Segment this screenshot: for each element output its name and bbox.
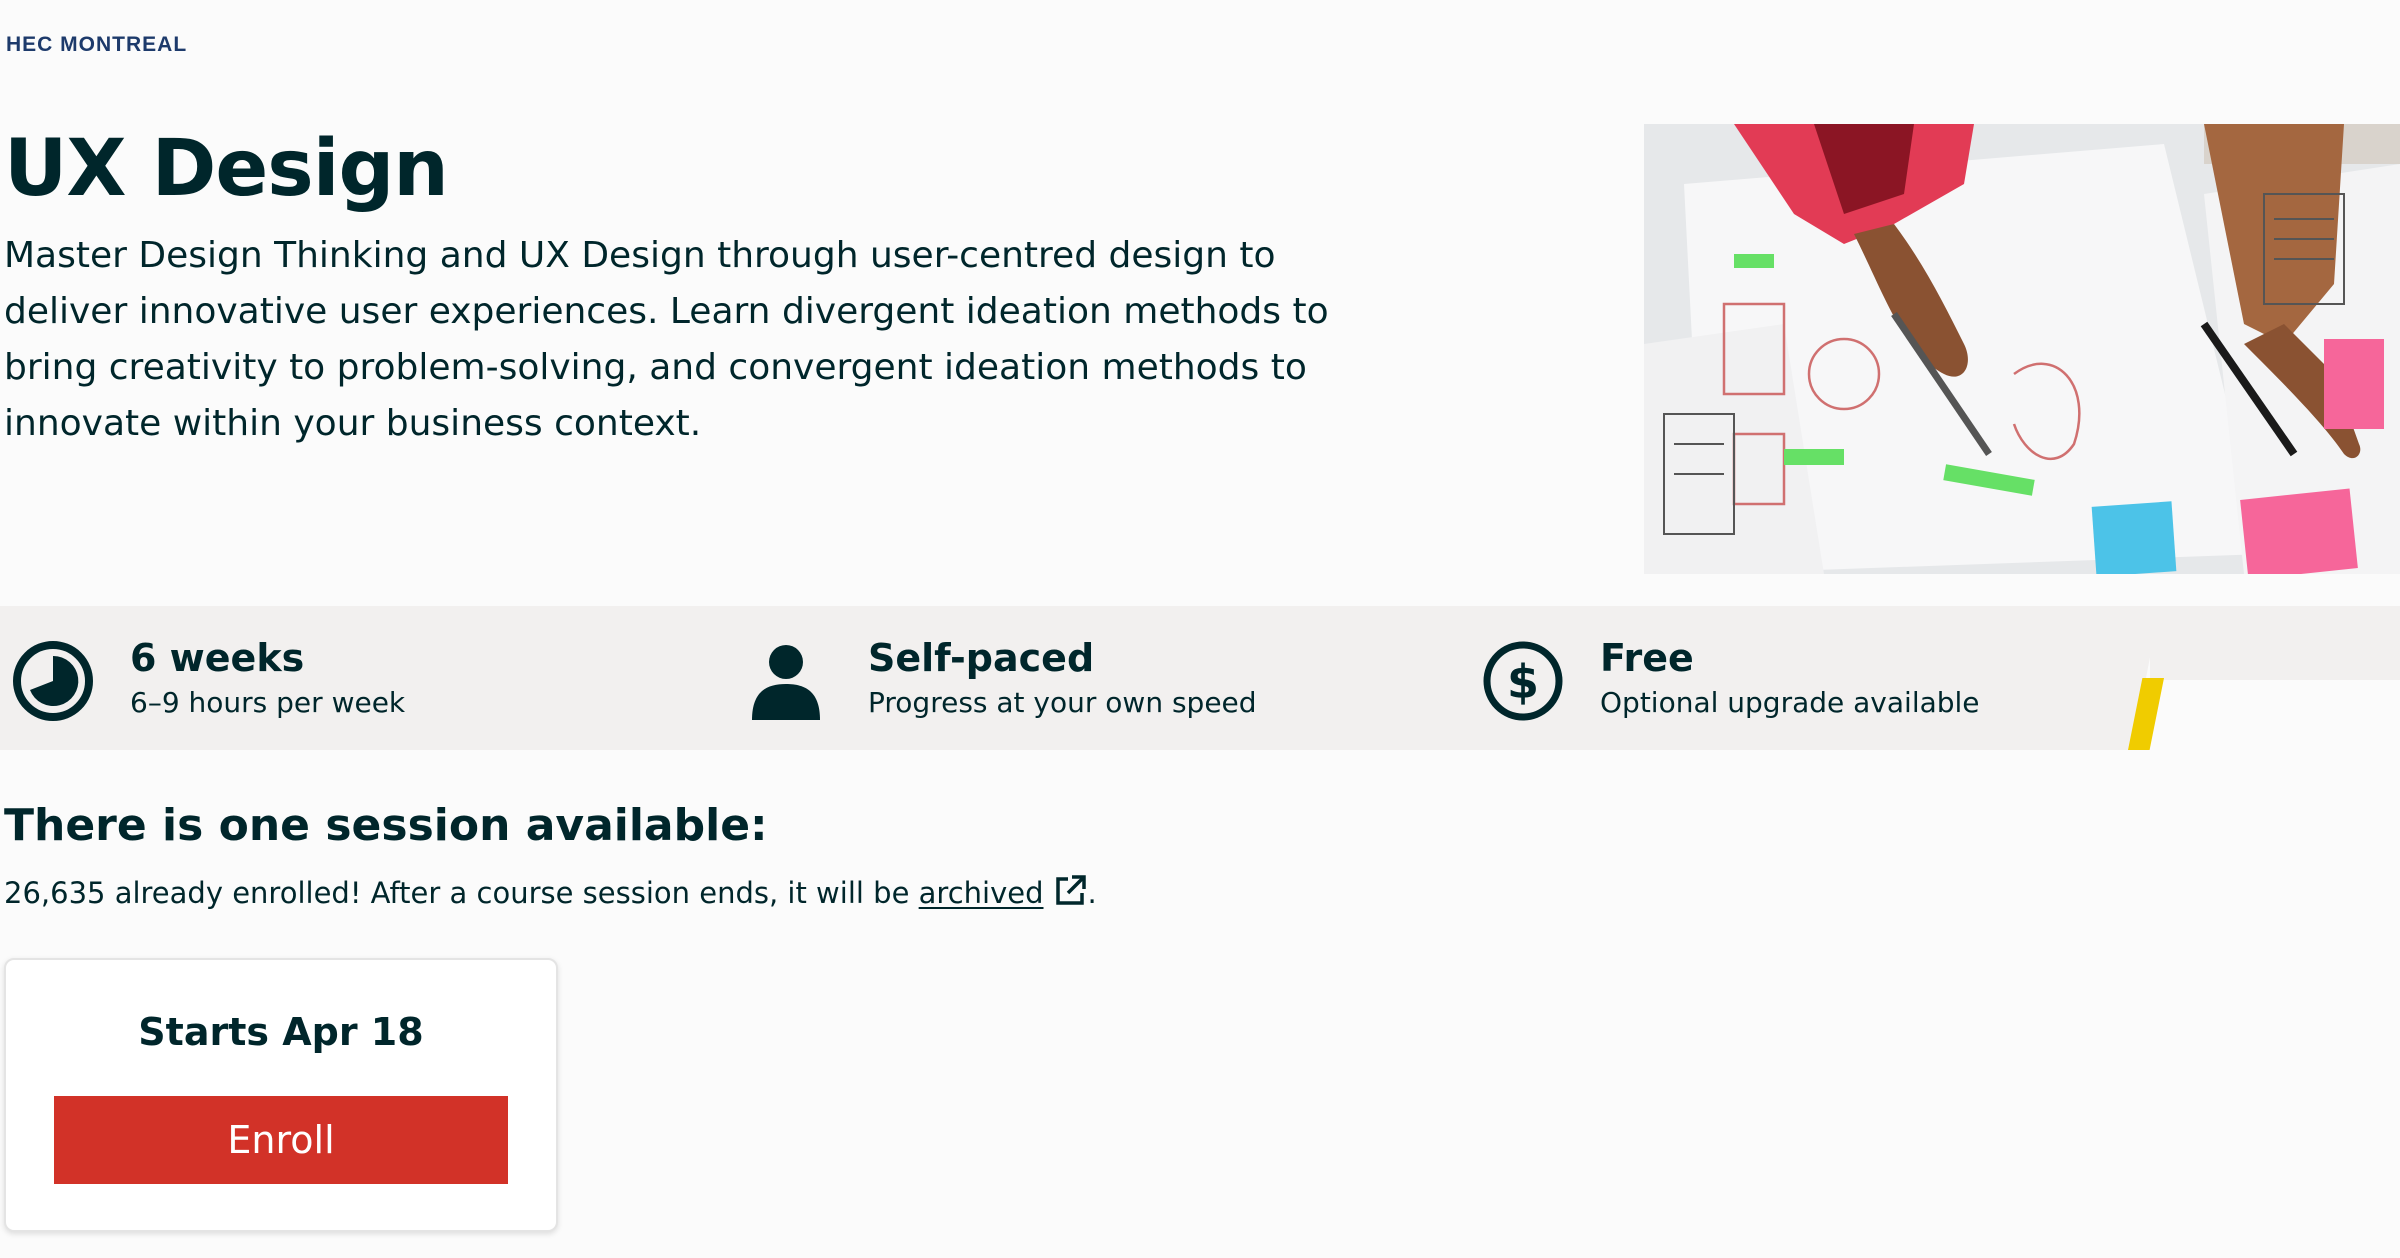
stat-duration-subtitle: 6–9 hours per week [130, 686, 406, 719]
stat-price-title: Free [1600, 636, 1694, 680]
stat-duration-title: 6 weeks [130, 636, 305, 680]
clock-icon [10, 638, 96, 724]
course-hero-image [1644, 124, 2400, 574]
external-link-icon[interactable] [1052, 873, 1088, 909]
stat-pace: Self-paced Progress at your own speed [748, 634, 1448, 724]
hec-montreal-logo[interactable]: HEC MONTREAL [6, 33, 187, 57]
enrolled-info: 26,635 already enrolled! After a course … [4, 872, 1097, 914]
session-card: Starts Apr 18 Enroll [4, 958, 558, 1232]
stat-duration: 6 weeks 6–9 hours per week [10, 634, 710, 724]
stat-price-subtitle: Optional upgrade available [1600, 686, 1980, 719]
svg-text:$: $ [1507, 655, 1539, 709]
enrolled-text: 26,635 already enrolled! After a course … [4, 876, 910, 910]
sessions-heading: There is one session available: [4, 800, 768, 851]
enrolled-trailing: . [1087, 876, 1097, 910]
enroll-button[interactable]: Enroll [54, 1096, 508, 1184]
stats-band-extension [2150, 606, 2400, 680]
archived-link[interactable]: archived [919, 876, 1044, 910]
session-start-date: Starts Apr 18 [138, 1010, 424, 1054]
stat-pace-subtitle: Progress at your own speed [868, 686, 1257, 719]
course-description: Master Design Thinking and UX Design thr… [4, 235, 1329, 444]
stat-pace-title: Self-paced [868, 636, 1095, 680]
course-title: UX Design [4, 124, 449, 214]
dollar-icon: $ [1480, 638, 1566, 724]
person-icon [748, 638, 834, 724]
stat-price: $ Free Optional upgrade available [1480, 634, 2120, 724]
course-stats-band: 6 weeks 6–9 hours per week Self-paced Pr… [0, 606, 2400, 750]
